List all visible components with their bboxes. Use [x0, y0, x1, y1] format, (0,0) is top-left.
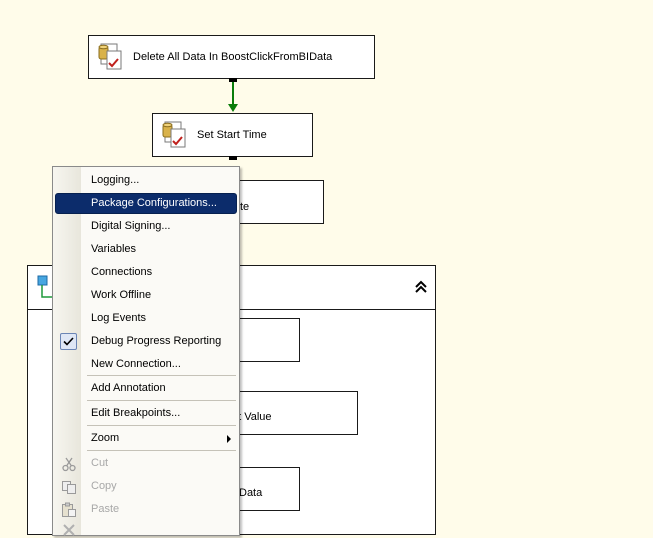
- copy-icon: [62, 481, 76, 494]
- paste-icon: [62, 502, 76, 517]
- menu-item-label: Add Annotation: [91, 382, 166, 394]
- success-connector: [228, 78, 238, 112]
- menu-item-cut[interactable]: Cut: [55, 453, 237, 474]
- connector-stub: [229, 156, 237, 160]
- double-chevron-up-icon[interactable]: [413, 279, 429, 295]
- menu-item-label: Work Offline: [91, 289, 152, 301]
- menu-item-logging[interactable]: Logging...: [55, 170, 237, 191]
- menu-item-label: Logging...: [91, 174, 140, 186]
- task-delete-all-data[interactable]: Delete All Data In BoostClickFromBIData: [88, 35, 375, 79]
- delete-icon: [63, 524, 75, 536]
- menu-item-package-configurations[interactable]: Package Configurations...: [55, 193, 237, 214]
- menu-item-label: Package Configurations...: [91, 197, 217, 209]
- menu-item-debug-progress-reporting[interactable]: Debug Progress Reporting: [55, 331, 237, 352]
- menu-item-edit-breakpoints[interactable]: Edit Breakpoints...: [55, 403, 237, 424]
- menu-item-copy[interactable]: Copy: [55, 476, 237, 497]
- menu-item-label: Paste: [91, 503, 120, 515]
- checkmark-icon: [60, 333, 77, 350]
- menu-item-zoom[interactable]: Zoom: [55, 428, 237, 449]
- menu-item-new-connection[interactable]: New Connection...: [55, 354, 237, 375]
- menu-item-label: Edit Breakpoints...: [91, 407, 181, 419]
- task-label: Delete All Data In BoostClickFromBIData: [133, 51, 333, 63]
- menu-item-label: Log Events: [91, 312, 147, 324]
- menu-item-connections[interactable]: Connections: [55, 262, 237, 283]
- task-label-fragment: Data: [239, 487, 263, 499]
- submenu-arrow-icon: [227, 435, 231, 443]
- menu-item-label: Cut: [91, 457, 109, 469]
- menu-item-label: Variables: [91, 243, 137, 255]
- menu-item-add-annotation[interactable]: Add Annotation: [55, 378, 237, 399]
- menu-item-digital-signing[interactable]: Digital Signing...: [55, 216, 237, 237]
- menu-item-label: Connections: [91, 266, 153, 278]
- menu-item-work-offline[interactable]: Work Offline: [55, 285, 237, 306]
- menu-separator: [87, 450, 236, 451]
- menu-separator: [87, 425, 236, 426]
- menu-item-log-events[interactable]: Log Events: [55, 308, 237, 329]
- task-label-fragment: te: [240, 201, 250, 213]
- scissors-icon: [62, 457, 76, 472]
- context-menu: Logging... Package Configurations... Dig…: [52, 166, 240, 536]
- menu-separator: [87, 375, 236, 376]
- menu-item-label: Copy: [91, 480, 117, 492]
- menu-item-label: Digital Signing...: [91, 220, 171, 232]
- task-set-start-time[interactable]: Set Start Time: [152, 113, 313, 157]
- task-label: Set Start Time: [197, 129, 267, 141]
- execute-sql-task-icon: [98, 43, 122, 70]
- menu-item-paste[interactable]: Paste: [55, 499, 237, 520]
- menu-separator: [87, 400, 236, 401]
- menu-item-label: Debug Progress Reporting: [91, 335, 222, 347]
- execute-sql-task-icon: [162, 121, 186, 148]
- menu-item-variables[interactable]: Variables: [55, 239, 237, 260]
- menu-item-label: New Connection...: [91, 358, 181, 370]
- menu-item-label: Zoom: [91, 432, 120, 444]
